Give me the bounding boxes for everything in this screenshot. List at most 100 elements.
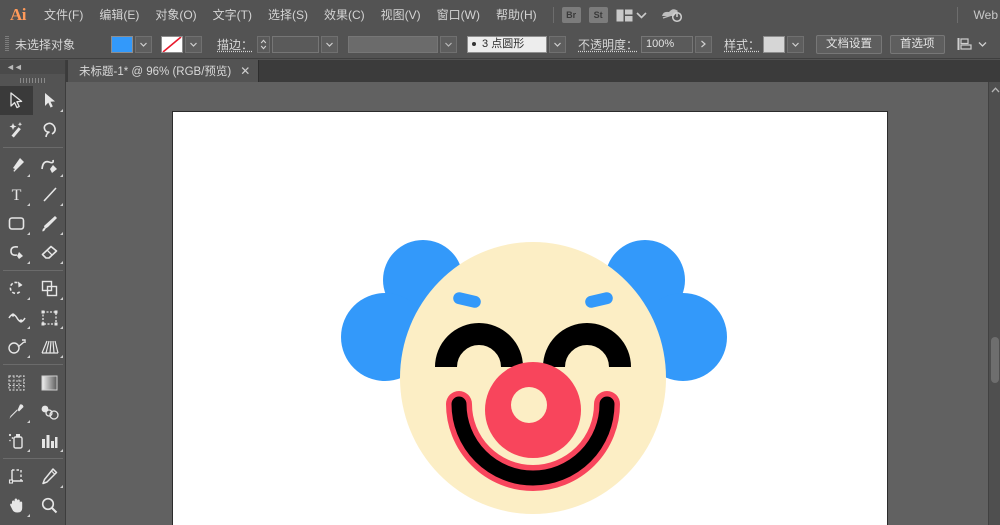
- fill-color-dropdown[interactable]: [135, 35, 152, 53]
- menu-window[interactable]: 窗口(W): [429, 0, 488, 30]
- bridge-button[interactable]: Br: [561, 7, 581, 23]
- type-tool[interactable]: T: [0, 180, 33, 209]
- tool-divider: [3, 147, 63, 148]
- vertical-scrollbar[interactable]: [988, 82, 1000, 525]
- opacity-label[interactable]: 不透明度：: [578, 36, 638, 53]
- menu-view[interactable]: 视图(V): [373, 0, 429, 30]
- mesh-tool[interactable]: [0, 368, 33, 397]
- chevron-down-icon[interactable]: [636, 11, 647, 19]
- tool-group-indicator: [27, 297, 30, 300]
- brush-definition-field[interactable]: 3 点圆形: [467, 35, 548, 53]
- menu-object[interactable]: 对象(O): [147, 0, 204, 30]
- symbol-sprayer-tool[interactable]: [0, 426, 33, 455]
- rotate-tool[interactable]: [0, 274, 33, 303]
- stock-button[interactable]: St: [588, 7, 608, 23]
- artboard[interactable]: [172, 111, 888, 525]
- selection-tool[interactable]: [0, 86, 33, 115]
- menu-bar: Ai 文件(F) 编辑(E) 对象(O) 文字(T) 选择(S) 效果(C) 视…: [0, 0, 1000, 30]
- shape-builder-tool[interactable]: [0, 332, 33, 361]
- stroke-weight-input[interactable]: [272, 35, 320, 53]
- lasso-tool[interactable]: [33, 115, 66, 144]
- tool-group-indicator: [60, 261, 63, 264]
- graphic-style-swatch[interactable]: [763, 35, 786, 53]
- preferences-button[interactable]: 首选项: [890, 34, 945, 54]
- blend-tool[interactable]: [33, 397, 66, 426]
- tool-group-indicator: [60, 326, 63, 329]
- tool-group-indicator: [27, 514, 30, 517]
- slice-tool[interactable]: [33, 462, 66, 491]
- menu-file[interactable]: 文件(F): [36, 0, 91, 30]
- stroke-weight-stepper[interactable]: [257, 35, 271, 53]
- artboard-tool[interactable]: [0, 462, 33, 491]
- tool-group-indicator: [60, 232, 63, 235]
- scroll-up-icon[interactable]: [989, 84, 1000, 96]
- tool-group-indicator: [60, 485, 63, 488]
- align-options-icon[interactable]: [957, 37, 973, 51]
- document-tab-bar: 未标题-1* @ 96% (RGB/预览) ✕: [0, 60, 1000, 82]
- opacity-input[interactable]: 100%: [641, 35, 694, 53]
- tool-group-indicator: [60, 174, 63, 177]
- menu-select[interactable]: 选择(S): [260, 0, 316, 30]
- rectangle-tool[interactable]: [0, 209, 33, 238]
- document-setup-button[interactable]: 文档设置: [816, 34, 883, 54]
- canvas-area[interactable]: [66, 82, 988, 525]
- tool-group-indicator: [27, 261, 30, 264]
- stroke-weight-dropdown[interactable]: [321, 35, 339, 53]
- perspective-grid-tool[interactable]: [33, 332, 66, 361]
- line-segment-tool[interactable]: [33, 180, 66, 209]
- variable-width-profile-field[interactable]: [348, 35, 439, 53]
- tool-divider: [3, 364, 63, 365]
- stroke-color-swatch[interactable]: [161, 35, 183, 53]
- tool-group-indicator: [27, 420, 30, 423]
- tool-group-indicator: [27, 203, 30, 206]
- document-tab[interactable]: 未标题-1* @ 96% (RGB/预览) ✕: [68, 60, 260, 82]
- scale-tool[interactable]: [33, 274, 66, 303]
- control-bar-grip[interactable]: [5, 36, 9, 52]
- selection-status: 未选择对象: [15, 37, 76, 52]
- cloud-sync-icon[interactable]: [661, 7, 683, 23]
- free-transform-tool[interactable]: [33, 303, 66, 332]
- align-dropdown-chevron-icon[interactable]: [978, 41, 987, 47]
- close-icon[interactable]: ✕: [240, 65, 250, 77]
- document-tab-title: 未标题-1* @ 96% (RGB/预览): [79, 66, 232, 78]
- menu-type[interactable]: 文字(T): [205, 0, 260, 30]
- nose-hole: [511, 387, 547, 423]
- stroke-color-dropdown[interactable]: [185, 35, 202, 53]
- fill-color-swatch[interactable]: [111, 35, 133, 53]
- tool-group-indicator: [60, 109, 63, 112]
- curvature-tool[interactable]: [33, 151, 66, 180]
- tool-group-indicator: [27, 355, 30, 358]
- arrange-documents-icon[interactable]: [616, 9, 633, 22]
- paintbrush-tool[interactable]: [33, 209, 66, 238]
- column-graph-tool[interactable]: [33, 426, 66, 455]
- variable-width-profile-dropdown[interactable]: [440, 35, 458, 53]
- tools-grid: T: [0, 86, 66, 520]
- scrollbar-thumb[interactable]: [991, 337, 999, 383]
- width-tool[interactable]: [0, 303, 33, 332]
- eyedropper-tool[interactable]: [0, 397, 33, 426]
- style-label[interactable]: 样式：: [724, 36, 760, 53]
- menu-help[interactable]: 帮助(H): [488, 0, 545, 30]
- magic-wand-tool[interactable]: [0, 115, 33, 144]
- zoom-tool[interactable]: [33, 491, 66, 520]
- tool-divider: [3, 270, 63, 271]
- shaper-tool[interactable]: [0, 238, 33, 267]
- graphic-style-dropdown[interactable]: [787, 35, 805, 53]
- clown-face-illustration[interactable]: [333, 232, 733, 522]
- svg-text:T: T: [12, 187, 22, 203]
- direct-selection-tool[interactable]: [33, 86, 66, 115]
- tool-group-indicator: [27, 326, 30, 329]
- menu-edit[interactable]: 编辑(E): [91, 0, 147, 30]
- tool-group-indicator: [60, 355, 63, 358]
- brush-definition-dropdown[interactable]: [549, 35, 567, 53]
- gradient-tool[interactable]: [33, 368, 66, 397]
- workspace-switcher[interactable]: Web: [974, 0, 1000, 30]
- opacity-options-button[interactable]: [695, 35, 713, 53]
- pen-tool[interactable]: [0, 151, 33, 180]
- eraser-tool[interactable]: [33, 238, 66, 267]
- stroke-weight-label[interactable]: 描边：: [217, 36, 253, 53]
- hand-tool[interactable]: [0, 491, 33, 520]
- tools-panel-grip[interactable]: [0, 74, 65, 86]
- menu-effect[interactable]: 效果(C): [316, 0, 373, 30]
- collapse-panel-button[interactable]: ◄◄: [0, 60, 65, 74]
